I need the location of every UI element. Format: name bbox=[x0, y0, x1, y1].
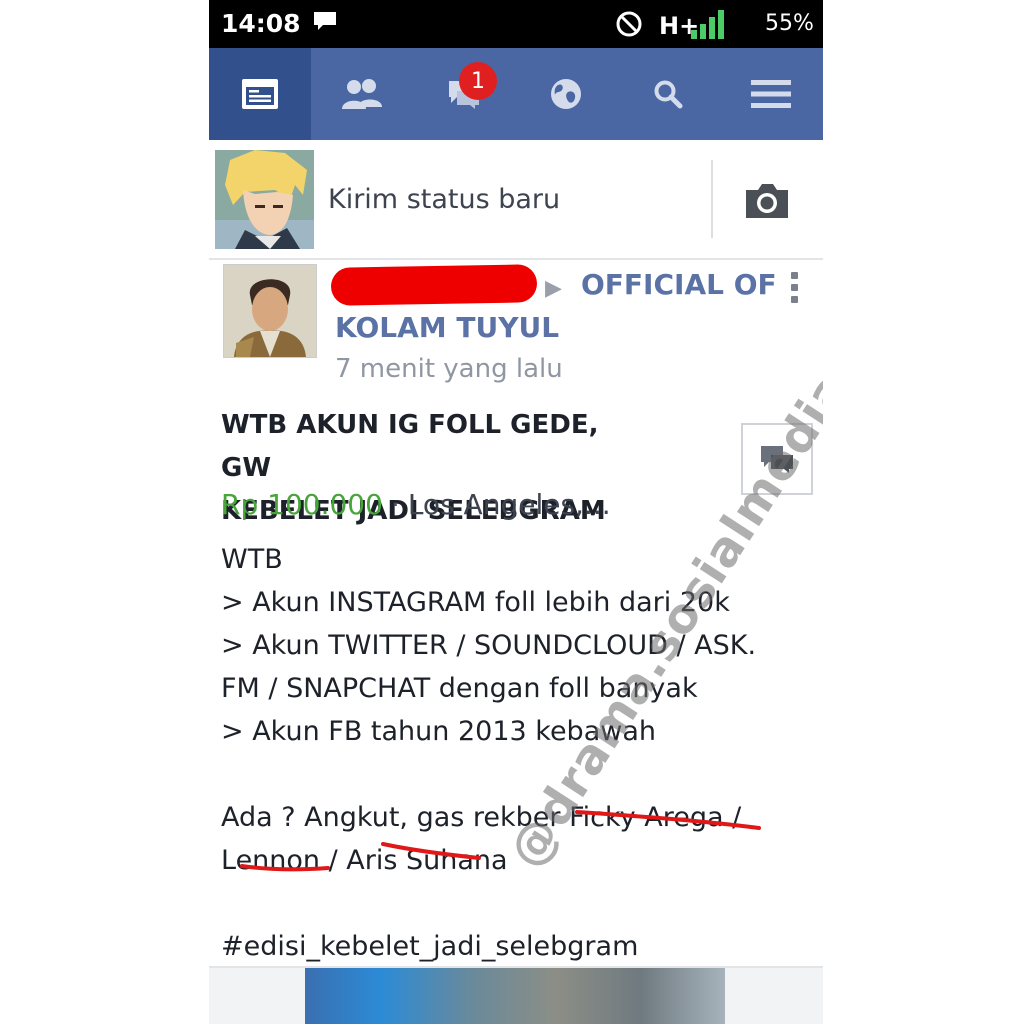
do-not-disturb-icon bbox=[616, 11, 642, 37]
camera-icon[interactable] bbox=[743, 180, 791, 220]
red-underline-mark bbox=[240, 864, 330, 872]
message-notification-icon bbox=[314, 12, 336, 30]
status-composer: Kirim status baru bbox=[209, 140, 823, 260]
body-line: FM / SNAPCHAT dengan foll banyak bbox=[221, 673, 698, 704]
separator-dot: · bbox=[390, 488, 400, 521]
news-feed-icon bbox=[242, 79, 278, 109]
red-strikethrough-mark bbox=[575, 810, 761, 830]
globe-icon bbox=[551, 79, 581, 109]
signal-icon bbox=[691, 10, 724, 39]
composer-divider bbox=[711, 160, 713, 238]
search-icon bbox=[654, 80, 683, 109]
status-time: 14:08 bbox=[221, 9, 301, 38]
status-input[interactable]: Kirim status baru bbox=[328, 184, 560, 215]
red-strikethrough-mark bbox=[381, 842, 481, 860]
location[interactable]: Los Angeles,... bbox=[408, 488, 611, 521]
body-line: > Akun FB tahun 2013 kebawah bbox=[221, 716, 656, 747]
tab-messages[interactable]: 1 bbox=[413, 48, 515, 140]
status-bar: 14:08 H+ 55% bbox=[209, 0, 823, 48]
listing-title-line1: WTB AKUN IG FOLL GEDE, GW bbox=[221, 410, 599, 483]
post-timestamp[interactable]: 7 menit yang lalu bbox=[335, 354, 563, 384]
tab-search[interactable] bbox=[617, 48, 719, 140]
shared-to-arrow-icon: ▶ bbox=[545, 276, 562, 301]
messages-badge: 1 bbox=[459, 62, 497, 100]
price: Rp 100.000 bbox=[221, 488, 383, 521]
photo-image bbox=[305, 968, 725, 1024]
battery-level: 55% bbox=[765, 11, 814, 36]
tab-notifications[interactable] bbox=[515, 48, 617, 140]
user-avatar[interactable] bbox=[215, 150, 314, 249]
hashtag[interactable]: #edisi_kebelet_jadi_selebgram bbox=[221, 925, 811, 968]
friends-icon bbox=[342, 79, 382, 109]
menu-icon bbox=[751, 80, 791, 108]
post-options-icon[interactable] bbox=[791, 272, 799, 306]
group-name-line2[interactable]: KOLAM TUYUL bbox=[335, 311, 559, 344]
top-nav-bar: 1 bbox=[209, 48, 823, 140]
tab-menu[interactable] bbox=[719, 48, 823, 140]
tab-news-feed[interactable] bbox=[209, 48, 311, 140]
phone-screen: 14:08 H+ 55% 1 Kirim status baru ▶ OFFIC… bbox=[209, 0, 823, 1024]
tab-friends[interactable] bbox=[311, 48, 413, 140]
price-location-row: Rp 100.000 · Los Angeles,... bbox=[221, 488, 611, 521]
group-name-line1[interactable]: OFFICIAL OF bbox=[581, 268, 777, 301]
redacted-name bbox=[330, 264, 538, 306]
poster-avatar[interactable] bbox=[223, 264, 317, 358]
photo-preview[interactable] bbox=[209, 966, 823, 1024]
body-line: > Akun TWITTER / SOUNDCLOUD / ASK. bbox=[221, 630, 757, 661]
